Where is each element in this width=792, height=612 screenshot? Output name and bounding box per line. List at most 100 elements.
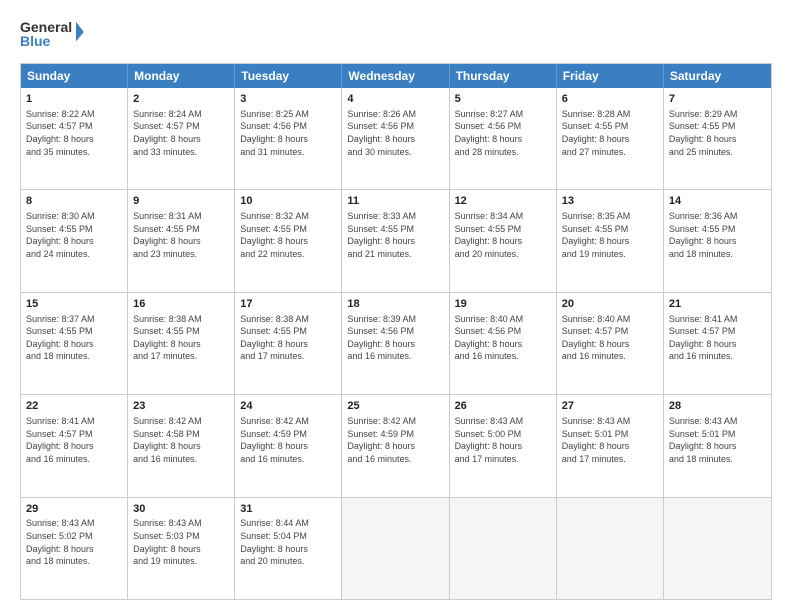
logo: GeneralBlue xyxy=(20,18,90,53)
day-number: 23 xyxy=(133,399,229,414)
day-number: 20 xyxy=(562,297,658,312)
day-number: 12 xyxy=(455,194,551,209)
header-day-thursday: Thursday xyxy=(450,64,557,88)
svg-text:Blue: Blue xyxy=(20,33,51,49)
day-info: Sunrise: 8:37 AM Sunset: 4:55 PM Dayligh… xyxy=(26,313,122,363)
header-day-sunday: Sunday xyxy=(21,64,128,88)
calendar-cell: 20Sunrise: 8:40 AM Sunset: 4:57 PM Dayli… xyxy=(557,293,664,394)
calendar-cell xyxy=(450,498,557,599)
calendar-cell: 30Sunrise: 8:43 AM Sunset: 5:03 PM Dayli… xyxy=(128,498,235,599)
day-info: Sunrise: 8:40 AM Sunset: 4:57 PM Dayligh… xyxy=(562,313,658,363)
day-number: 11 xyxy=(347,194,443,209)
day-info: Sunrise: 8:26 AM Sunset: 4:56 PM Dayligh… xyxy=(347,108,443,158)
calendar-cell: 29Sunrise: 8:43 AM Sunset: 5:02 PM Dayli… xyxy=(21,498,128,599)
day-number: 4 xyxy=(347,92,443,107)
day-info: Sunrise: 8:35 AM Sunset: 4:55 PM Dayligh… xyxy=(562,210,658,260)
header-day-tuesday: Tuesday xyxy=(235,64,342,88)
calendar-row-1: 1Sunrise: 8:22 AM Sunset: 4:57 PM Daylig… xyxy=(21,88,771,190)
day-number: 3 xyxy=(240,92,336,107)
day-info: Sunrise: 8:41 AM Sunset: 4:57 PM Dayligh… xyxy=(669,313,766,363)
header-day-monday: Monday xyxy=(128,64,235,88)
calendar-cell xyxy=(557,498,664,599)
calendar-header: SundayMondayTuesdayWednesdayThursdayFrid… xyxy=(21,64,771,88)
day-info: Sunrise: 8:43 AM Sunset: 5:01 PM Dayligh… xyxy=(669,415,766,465)
day-number: 27 xyxy=(562,399,658,414)
day-number: 18 xyxy=(347,297,443,312)
day-info: Sunrise: 8:34 AM Sunset: 4:55 PM Dayligh… xyxy=(455,210,551,260)
day-number: 10 xyxy=(240,194,336,209)
day-info: Sunrise: 8:30 AM Sunset: 4:55 PM Dayligh… xyxy=(26,210,122,260)
calendar-cell: 25Sunrise: 8:42 AM Sunset: 4:59 PM Dayli… xyxy=(342,395,449,496)
header-day-wednesday: Wednesday xyxy=(342,64,449,88)
calendar-cell: 2Sunrise: 8:24 AM Sunset: 4:57 PM Daylig… xyxy=(128,88,235,189)
calendar-row-5: 29Sunrise: 8:43 AM Sunset: 5:02 PM Dayli… xyxy=(21,498,771,599)
calendar-cell: 21Sunrise: 8:41 AM Sunset: 4:57 PM Dayli… xyxy=(664,293,771,394)
day-info: Sunrise: 8:28 AM Sunset: 4:55 PM Dayligh… xyxy=(562,108,658,158)
calendar-cell: 7Sunrise: 8:29 AM Sunset: 4:55 PM Daylig… xyxy=(664,88,771,189)
calendar-cell: 8Sunrise: 8:30 AM Sunset: 4:55 PM Daylig… xyxy=(21,190,128,291)
calendar-cell: 11Sunrise: 8:33 AM Sunset: 4:55 PM Dayli… xyxy=(342,190,449,291)
day-info: Sunrise: 8:41 AM Sunset: 4:57 PM Dayligh… xyxy=(26,415,122,465)
calendar-cell: 19Sunrise: 8:40 AM Sunset: 4:56 PM Dayli… xyxy=(450,293,557,394)
day-number: 21 xyxy=(669,297,766,312)
calendar-cell xyxy=(664,498,771,599)
day-info: Sunrise: 8:32 AM Sunset: 4:55 PM Dayligh… xyxy=(240,210,336,260)
calendar-cell: 6Sunrise: 8:28 AM Sunset: 4:55 PM Daylig… xyxy=(557,88,664,189)
calendar-cell: 3Sunrise: 8:25 AM Sunset: 4:56 PM Daylig… xyxy=(235,88,342,189)
calendar-cell: 9Sunrise: 8:31 AM Sunset: 4:55 PM Daylig… xyxy=(128,190,235,291)
day-number: 31 xyxy=(240,502,336,517)
page: GeneralBlue SundayMondayTuesdayWednesday… xyxy=(0,0,792,612)
calendar-cell: 24Sunrise: 8:42 AM Sunset: 4:59 PM Dayli… xyxy=(235,395,342,496)
header-day-saturday: Saturday xyxy=(664,64,771,88)
day-number: 2 xyxy=(133,92,229,107)
calendar-cell: 22Sunrise: 8:41 AM Sunset: 4:57 PM Dayli… xyxy=(21,395,128,496)
day-number: 7 xyxy=(669,92,766,107)
day-number: 13 xyxy=(562,194,658,209)
calendar-cell xyxy=(342,498,449,599)
calendar-row-4: 22Sunrise: 8:41 AM Sunset: 4:57 PM Dayli… xyxy=(21,395,771,497)
calendar-cell: 17Sunrise: 8:38 AM Sunset: 4:55 PM Dayli… xyxy=(235,293,342,394)
calendar-cell: 31Sunrise: 8:44 AM Sunset: 5:04 PM Dayli… xyxy=(235,498,342,599)
calendar-cell: 18Sunrise: 8:39 AM Sunset: 4:56 PM Dayli… xyxy=(342,293,449,394)
calendar-cell: 16Sunrise: 8:38 AM Sunset: 4:55 PM Dayli… xyxy=(128,293,235,394)
day-info: Sunrise: 8:43 AM Sunset: 5:02 PM Dayligh… xyxy=(26,517,122,567)
day-number: 28 xyxy=(669,399,766,414)
day-info: Sunrise: 8:22 AM Sunset: 4:57 PM Dayligh… xyxy=(26,108,122,158)
day-number: 17 xyxy=(240,297,336,312)
calendar-cell: 23Sunrise: 8:42 AM Sunset: 4:58 PM Dayli… xyxy=(128,395,235,496)
day-info: Sunrise: 8:39 AM Sunset: 4:56 PM Dayligh… xyxy=(347,313,443,363)
day-info: Sunrise: 8:27 AM Sunset: 4:56 PM Dayligh… xyxy=(455,108,551,158)
calendar-cell: 13Sunrise: 8:35 AM Sunset: 4:55 PM Dayli… xyxy=(557,190,664,291)
day-number: 25 xyxy=(347,399,443,414)
calendar-cell: 5Sunrise: 8:27 AM Sunset: 4:56 PM Daylig… xyxy=(450,88,557,189)
day-info: Sunrise: 8:40 AM Sunset: 4:56 PM Dayligh… xyxy=(455,313,551,363)
day-number: 30 xyxy=(133,502,229,517)
calendar-body: 1Sunrise: 8:22 AM Sunset: 4:57 PM Daylig… xyxy=(21,88,771,599)
day-number: 1 xyxy=(26,92,122,107)
day-number: 24 xyxy=(240,399,336,414)
day-info: Sunrise: 8:38 AM Sunset: 4:55 PM Dayligh… xyxy=(133,313,229,363)
day-info: Sunrise: 8:33 AM Sunset: 4:55 PM Dayligh… xyxy=(347,210,443,260)
calendar-cell: 27Sunrise: 8:43 AM Sunset: 5:01 PM Dayli… xyxy=(557,395,664,496)
day-number: 16 xyxy=(133,297,229,312)
day-info: Sunrise: 8:42 AM Sunset: 4:59 PM Dayligh… xyxy=(240,415,336,465)
day-info: Sunrise: 8:31 AM Sunset: 4:55 PM Dayligh… xyxy=(133,210,229,260)
day-info: Sunrise: 8:43 AM Sunset: 5:03 PM Dayligh… xyxy=(133,517,229,567)
day-number: 9 xyxy=(133,194,229,209)
day-info: Sunrise: 8:43 AM Sunset: 5:01 PM Dayligh… xyxy=(562,415,658,465)
day-number: 5 xyxy=(455,92,551,107)
header: GeneralBlue xyxy=(20,18,772,53)
day-info: Sunrise: 8:25 AM Sunset: 4:56 PM Dayligh… xyxy=(240,108,336,158)
day-info: Sunrise: 8:42 AM Sunset: 4:58 PM Dayligh… xyxy=(133,415,229,465)
day-info: Sunrise: 8:44 AM Sunset: 5:04 PM Dayligh… xyxy=(240,517,336,567)
calendar-row-3: 15Sunrise: 8:37 AM Sunset: 4:55 PM Dayli… xyxy=(21,293,771,395)
calendar-cell: 1Sunrise: 8:22 AM Sunset: 4:57 PM Daylig… xyxy=(21,88,128,189)
day-info: Sunrise: 8:29 AM Sunset: 4:55 PM Dayligh… xyxy=(669,108,766,158)
calendar-row-2: 8Sunrise: 8:30 AM Sunset: 4:55 PM Daylig… xyxy=(21,190,771,292)
calendar-cell: 26Sunrise: 8:43 AM Sunset: 5:00 PM Dayli… xyxy=(450,395,557,496)
calendar-cell: 10Sunrise: 8:32 AM Sunset: 4:55 PM Dayli… xyxy=(235,190,342,291)
day-number: 29 xyxy=(26,502,122,517)
day-info: Sunrise: 8:38 AM Sunset: 4:55 PM Dayligh… xyxy=(240,313,336,363)
calendar: SundayMondayTuesdayWednesdayThursdayFrid… xyxy=(20,63,772,600)
calendar-cell: 14Sunrise: 8:36 AM Sunset: 4:55 PM Dayli… xyxy=(664,190,771,291)
